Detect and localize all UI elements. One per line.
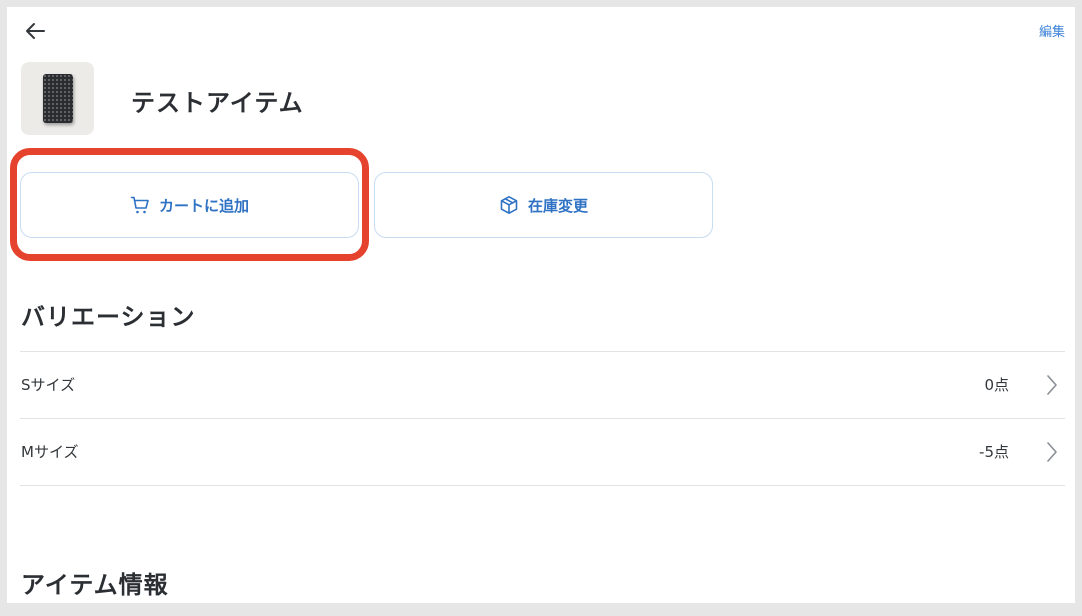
variation-count: -5点 (979, 443, 1009, 461)
item-thumbnail (21, 62, 94, 135)
variation-name: Mサイズ (21, 443, 79, 461)
highlight-annotation (10, 148, 369, 261)
item-thumbnail-image (43, 74, 73, 123)
stock-change-label: 在庫変更 (527, 196, 588, 215)
arrow-left-icon (26, 23, 45, 39)
back-button[interactable] (23, 19, 47, 43)
item-info-heading: アイテム情報 (21, 571, 169, 599)
item-title: テストアイテム (131, 89, 304, 117)
item-detail-screen: 編集 テストアイテム カートに追加 在庫変更 バリエーション Sサイズ 0点 M… (7, 7, 1075, 603)
stock-change-button[interactable]: 在庫変更 (374, 172, 713, 238)
variation-row-s[interactable]: Sサイズ 0点 (20, 352, 1065, 418)
variation-row-m[interactable]: Mサイズ -5点 (20, 419, 1065, 485)
variation-name: Sサイズ (21, 376, 76, 394)
chevron-right-icon (1047, 375, 1057, 395)
edit-link[interactable]: 編集 (1039, 21, 1065, 40)
variation-count: 0点 (984, 376, 1009, 394)
divider (20, 485, 1065, 486)
variations-heading: バリエーション (21, 303, 196, 331)
chevron-right-icon (1047, 442, 1057, 462)
box-icon (500, 196, 518, 214)
